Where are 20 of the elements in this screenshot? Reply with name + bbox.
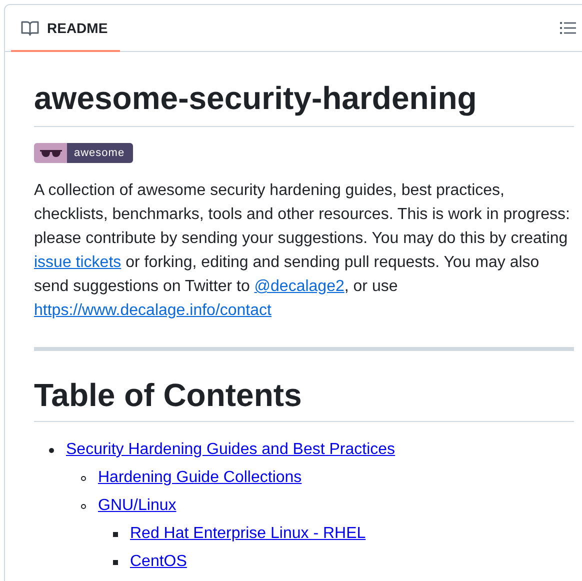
bullet-icon [113,560,118,564]
section-heading: Table of Contents [34,375,574,422]
toc-link[interactable]: GNU/Linux [98,494,176,518]
toc-link[interactable]: CentOS [130,550,187,574]
book-icon [21,20,39,36]
bullet-icon [81,504,86,508]
bullet-icon [113,532,118,536]
link[interactable]: @decalage2 [254,278,344,295]
readme-tab[interactable]: README [11,6,120,52]
intro-paragraph: A collection of awesome security hardening guides, best practices, checklists, benchmarks, tools and other resources. This is work in progress: please contribute by sending your suggestions. You may do this by creating issue tickets or forking, editing and sending pull requests. You may also send suggestions on Twitter to @decalage2, or use https://www.decalage.info/contact [34,181,571,321]
toc-link[interactable]: Hardening Guide Collections [98,466,302,490]
link[interactable]: issue tickets [34,254,122,271]
toc-link[interactable]: Security Hardening Guides and Best Practices [66,438,396,462]
link[interactable]: https://www.decalage.info/contact [34,302,272,319]
list-icon[interactable] [560,21,576,35]
page-title: awesome-security-hardening [34,78,574,127]
bullet-icon [81,476,86,480]
bullet-icon [49,448,54,452]
toc-link[interactable]: Red Hat Enterprise Linux - RHEL [130,522,366,546]
sunglasses-icon [40,148,62,158]
